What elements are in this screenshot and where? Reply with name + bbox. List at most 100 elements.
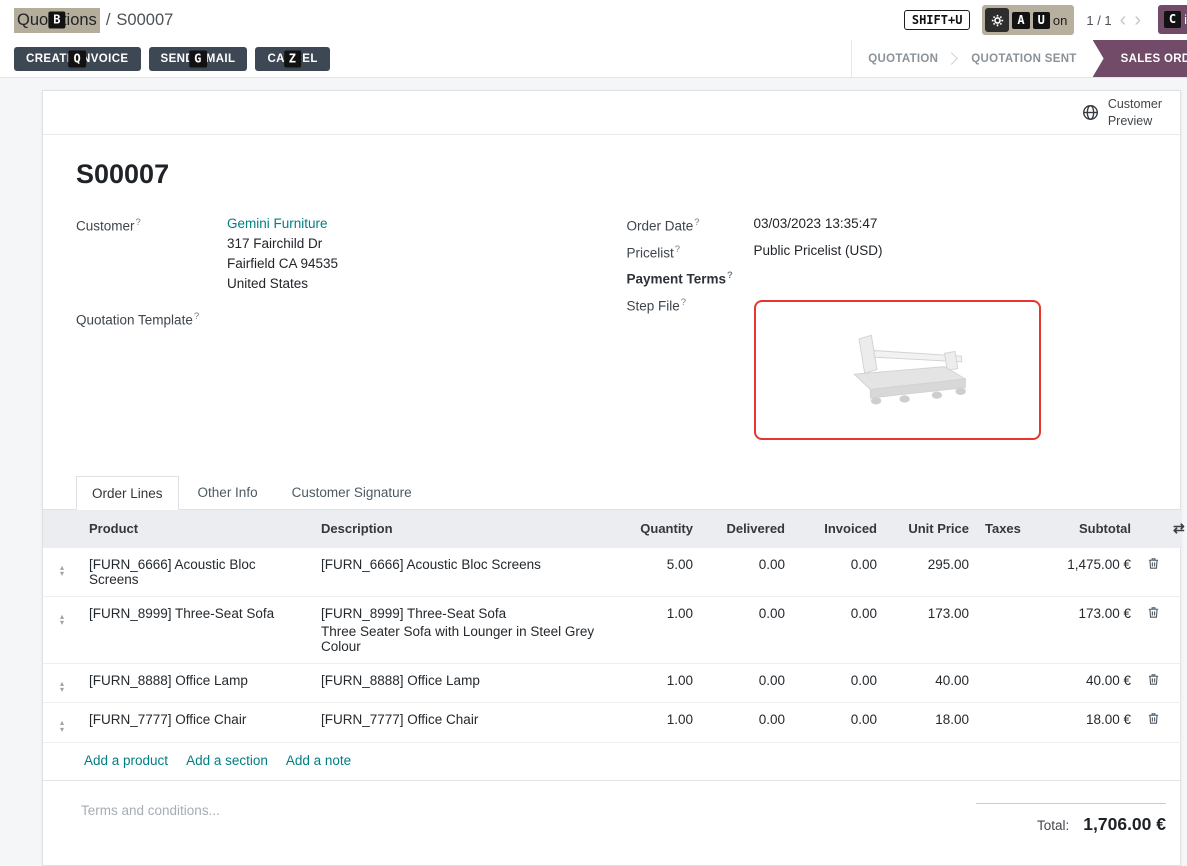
top-bar: Quotations B / S00007 SHIFT+U A U on 1 /…: [0, 0, 1187, 40]
table-row: ▴▾ [FURN_7777] Office Chair [FURN_7777] …: [43, 703, 1182, 743]
cell-unit-price[interactable]: 40.00: [885, 663, 977, 703]
cell-invoiced[interactable]: 0.00: [793, 596, 885, 663]
column-header-subtotal: Subtotal: [1033, 510, 1139, 548]
pricelist-label: Pricelist?: [627, 243, 754, 261]
form-sheet: Customer Preview S00007 Customer? Gemini…: [42, 90, 1181, 866]
terms-and-conditions-field[interactable]: Terms and conditions...: [81, 803, 220, 818]
pager-previous-icon[interactable]: ‹: [1120, 10, 1127, 30]
help-icon: ?: [681, 297, 686, 308]
column-header-taxes: Taxes: [977, 510, 1033, 548]
quotation-template-label: Quotation Template?: [76, 310, 227, 328]
cell-taxes[interactable]: [977, 596, 1033, 663]
cell-product[interactable]: [FURN_8888] Office Lamp: [81, 663, 313, 703]
order-lines-table: Product Description Quantity Delivered I…: [43, 510, 1182, 744]
cell-invoiced[interactable]: 0.00: [793, 703, 885, 743]
column-header-quantity: Quantity: [613, 510, 701, 548]
order-date-value[interactable]: 03/03/2023 13:35:47: [754, 216, 1148, 231]
drag-handle[interactable]: ▴▾: [43, 663, 81, 703]
add-a-note-link[interactable]: Add a note: [286, 753, 351, 768]
breadcrumb: Quotations B / S00007: [14, 8, 173, 33]
cell-invoiced[interactable]: 0.00: [793, 547, 885, 596]
cell-quantity[interactable]: 5.00: [613, 547, 701, 596]
kbd-hint-breadcrumb: B: [48, 12, 65, 29]
cell-subtotal: 40.00 €: [1033, 663, 1139, 703]
step-file-label: Step File?: [627, 296, 754, 314]
tab-customer-signature[interactable]: Customer Signature: [277, 476, 427, 509]
customer-address: 317 Fairchild Dr Fairfield CA 94535 Unit…: [227, 236, 597, 291]
cell-delivered[interactable]: 0.00: [701, 596, 793, 663]
drag-handle[interactable]: ▴▾: [43, 596, 81, 663]
statusbar-stage-quotation-sent[interactable]: QUOTATION SENT: [955, 40, 1092, 77]
sheet-body: S00007 Customer? Gemini Furniture 317 Fa…: [43, 135, 1180, 865]
breadcrumb-separator: /: [106, 11, 111, 30]
step-file-image-field[interactable]: [754, 300, 1041, 440]
tab-other-info[interactable]: Other Info: [183, 476, 273, 509]
cell-product[interactable]: [FURN_8999] Three-Seat Sofa: [81, 596, 313, 663]
cell-description[interactable]: [FURN_7777] Office Chair: [313, 703, 613, 743]
cell-description[interactable]: [FURN_6666] Acoustic Bloc Screens: [313, 547, 613, 596]
statusbar-stage-sales-order-active[interactable]: SALES ORDER: [1093, 40, 1187, 77]
customer-link[interactable]: Gemini Furniture: [227, 216, 597, 231]
spacer-cell: [1165, 596, 1182, 663]
column-header-invoiced: Invoiced: [793, 510, 885, 548]
cell-delivered[interactable]: 0.00: [701, 663, 793, 703]
cell-unit-price[interactable]: 295.00: [885, 547, 977, 596]
field-quotation-template: Quotation Template?: [76, 310, 597, 328]
address-line: Fairfield CA 94535: [227, 256, 597, 271]
customer-preview-link[interactable]: Customer Preview: [1082, 96, 1162, 130]
column-header-unit-price: Unit Price: [885, 510, 977, 548]
trash-icon: [1147, 712, 1160, 725]
action-menu-button[interactable]: A U on: [982, 5, 1074, 35]
pager-next-icon[interactable]: ›: [1134, 10, 1141, 30]
optional-columns-header: ⇄: [1165, 510, 1182, 548]
action-buttons: CREATE INVOICE Q SEND EMAIL G CANCEL Z: [14, 40, 330, 77]
cell-taxes[interactable]: [977, 663, 1033, 703]
add-a-section-link[interactable]: Add a section: [186, 753, 268, 768]
step-file-field: [754, 296, 1148, 440]
optional-columns-icon[interactable]: ⇄: [1173, 520, 1185, 536]
delete-row-button[interactable]: [1139, 547, 1165, 596]
field-customer: Customer? Gemini Furniture 317 Fairchild…: [76, 216, 597, 296]
drag-handle[interactable]: ▴▾: [43, 703, 81, 743]
notebook-tabs: Order Lines Other Info Customer Signatur…: [43, 476, 1180, 510]
field-group-left: Customer? Gemini Furniture 317 Fairchild…: [76, 216, 597, 448]
main-content: Customer Preview S00007 Customer? Gemini…: [0, 78, 1187, 866]
trash-column-header: [1139, 510, 1165, 548]
add-a-product-link[interactable]: Add a product: [84, 753, 168, 768]
send-email-button[interactable]: SEND EMAIL G: [149, 47, 248, 71]
cell-delivered[interactable]: 0.00: [701, 547, 793, 596]
delete-row-button[interactable]: [1139, 703, 1165, 743]
drag-handle[interactable]: ▴▾: [43, 547, 81, 596]
kbd-hint-action-u: U: [1033, 12, 1050, 29]
breadcrumb-parent-quotations[interactable]: Quotations B: [14, 8, 100, 33]
cell-taxes[interactable]: [977, 547, 1033, 596]
cell-taxes[interactable]: [977, 703, 1033, 743]
page-title: S00007: [43, 159, 1180, 190]
gear-icon: [985, 8, 1009, 32]
cell-invoiced[interactable]: 0.00: [793, 663, 885, 703]
cell-unit-price[interactable]: 18.00: [885, 703, 977, 743]
cell-product[interactable]: [FURN_7777] Office Chair: [81, 703, 313, 743]
cell-quantity[interactable]: 1.00: [613, 663, 701, 703]
handle-column-header: [43, 510, 81, 548]
delete-row-button[interactable]: [1139, 596, 1165, 663]
cell-unit-price[interactable]: 173.00: [885, 596, 977, 663]
total-value: 1,706.00 €: [1083, 814, 1166, 835]
help-icon: ?: [727, 270, 733, 281]
cell-delivered[interactable]: 0.00: [701, 703, 793, 743]
cell-quantity[interactable]: 1.00: [613, 703, 701, 743]
corner-button[interactable]: C i: [1158, 5, 1187, 34]
tab-order-lines[interactable]: Order Lines: [76, 476, 179, 510]
record-pager: 1 / 1 ‹ ›: [1086, 10, 1141, 30]
cell-description[interactable]: [FURN_8999] Three-Seat Sofa Three Seater…: [313, 596, 613, 663]
create-invoice-button[interactable]: CREATE INVOICE Q: [14, 47, 141, 71]
cell-quantity[interactable]: 1.00: [613, 596, 701, 663]
cell-product[interactable]: [FURN_6666] Acoustic Bloc Screens: [81, 547, 313, 596]
delete-row-button[interactable]: [1139, 663, 1165, 703]
statusbar-stage-quotation[interactable]: QUOTATION: [852, 40, 954, 77]
sheet-header-row: Customer Preview: [43, 91, 1180, 135]
cancel-button[interactable]: CANCEL Z: [255, 47, 329, 71]
cell-description[interactable]: [FURN_8888] Office Lamp: [313, 663, 613, 703]
pricelist-value[interactable]: Public Pricelist (USD): [754, 243, 1148, 258]
customer-value: Gemini Furniture 317 Fairchild Dr Fairfi…: [227, 216, 597, 296]
